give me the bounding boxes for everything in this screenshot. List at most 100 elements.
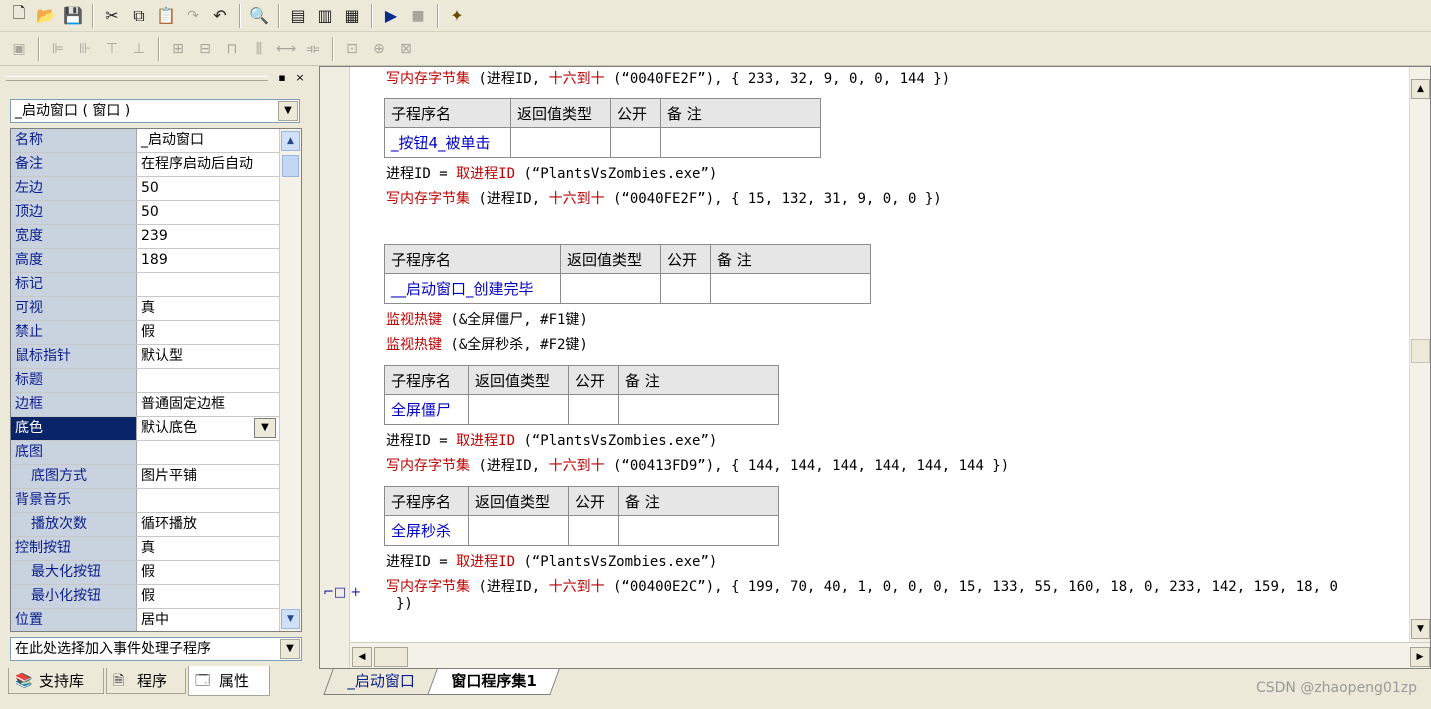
undo-icon[interactable]: ↶ <box>207 3 233 29</box>
property-value[interactable]: 默认底色 ▼ <box>137 417 278 440</box>
same-height-icon[interactable]: ⫼ <box>246 36 272 62</box>
open-folder-icon[interactable]: 📂 <box>33 3 59 29</box>
layout2-icon[interactable]: ▥ <box>312 3 338 29</box>
code-line[interactable]: 监视热键 (&全屏僵尸, #F1键) <box>386 309 588 329</box>
cell[interactable] <box>468 394 569 425</box>
property-value[interactable] <box>137 441 278 464</box>
property-scrollbar[interactable]: ▲ ▼ <box>279 129 301 631</box>
code-line[interactable]: }) <box>396 596 413 612</box>
property-value[interactable]: 循环播放 <box>137 513 278 536</box>
tab-program[interactable]: 🗎 程序 <box>106 668 186 694</box>
property-row[interactable]: 标题 <box>11 369 279 393</box>
property-value[interactable]: 真 <box>137 297 278 320</box>
chevron-down-icon[interactable]: ▼ <box>278 101 298 121</box>
size-icon[interactable]: ⊡ <box>339 36 365 62</box>
property-row[interactable]: 左边 50 <box>11 177 279 201</box>
copy-icon[interactable]: ⧉ <box>126 3 152 29</box>
property-row[interactable]: 最大化按钮假 <box>11 561 279 585</box>
property-row[interactable]: 边框 普通固定边框 <box>11 393 279 417</box>
tab-support-library[interactable]: 📚 支持库 <box>8 668 104 694</box>
new-file-icon[interactable]: 🗋 <box>6 3 32 29</box>
property-value[interactable]: 居中 <box>137 609 278 631</box>
cell[interactable] <box>618 394 779 425</box>
property-value[interactable]: 默认型 <box>137 345 278 368</box>
scroll-right-icon[interactable]: ▶ <box>1410 647 1430 667</box>
property-row[interactable]: 播放次数 循环播放 <box>11 513 279 537</box>
align-top-icon[interactable]: ⊤ <box>99 36 125 62</box>
property-value[interactable] <box>137 489 278 512</box>
cell[interactable] <box>568 394 619 425</box>
space-h-icon[interactable]: ⟷ <box>273 36 299 62</box>
find-icon[interactable]: 🔍 <box>246 3 272 29</box>
code-editor[interactable]: ⌐□ + 写内存字节集 (进程ID, 十六到十 (“0040FE2F”), { … <box>319 66 1431 669</box>
property-row[interactable]: 最小化按钮假 <box>11 585 279 609</box>
property-value[interactable] <box>137 369 278 392</box>
scroll-thumb[interactable] <box>282 155 299 177</box>
cell[interactable] <box>660 273 711 304</box>
cell[interactable] <box>618 515 779 546</box>
property-value[interactable]: 在程序启动后自动 <box>137 153 278 176</box>
redo-icon[interactable]: ↷ <box>180 3 206 29</box>
scroll-up-icon[interactable]: ▲ <box>1411 79 1430 99</box>
tab-startup-window[interactable]: _启动窗口 <box>323 669 439 695</box>
wizard-icon[interactable]: ✦ <box>444 3 470 29</box>
property-value[interactable]: _启动窗口 <box>137 129 278 152</box>
code-line[interactable]: 进程ID = 取进程ID (“PlantsVsZombies.exe”) <box>386 551 717 571</box>
property-row[interactable]: 底图 <box>11 441 279 465</box>
code-line[interactable]: 写内存字节集 (进程ID, 十六到十 (“00400E2C”), { 199, … <box>386 576 1338 596</box>
layout1-icon[interactable]: ▤ <box>285 3 311 29</box>
property-row[interactable]: 控制按钮真 <box>11 537 279 561</box>
object-select[interactable]: _启动窗口 ( 窗口 ) ▼ <box>10 99 300 123</box>
property-row[interactable]: 禁止假 <box>11 321 279 345</box>
cell[interactable] <box>568 515 619 546</box>
property-value[interactable]: 假 <box>137 585 278 608</box>
grid-icon[interactable]: ⊕ <box>366 36 392 62</box>
cell[interactable] <box>710 273 871 304</box>
scroll-left-icon[interactable]: ◀ <box>352 647 372 667</box>
scroll-down-icon[interactable]: ▼ <box>1411 619 1430 639</box>
run-icon[interactable]: ▶ <box>378 3 404 29</box>
chevron-down-icon[interactable]: ▼ <box>254 418 276 438</box>
space-v-icon[interactable]: ⟚ <box>300 36 326 62</box>
panel-close-button[interactable]: × <box>292 70 308 86</box>
code-line[interactable]: 写内存字节集 (进程ID, 十六到十 (“0040FE2F”), { 233, … <box>386 68 950 88</box>
align-left-icon[interactable]: ⊫ <box>45 36 71 62</box>
align-right-icon[interactable]: ⊪ <box>72 36 98 62</box>
tab-window-assembly[interactable]: 窗口程序集1 <box>427 669 561 695</box>
align-bottom-icon[interactable]: ⊥ <box>126 36 152 62</box>
tab-order-icon[interactable]: ⊠ <box>393 36 419 62</box>
property-row[interactable]: 可视真 <box>11 297 279 321</box>
property-row[interactable]: 高度 189 <box>11 249 279 273</box>
scroll-thumb[interactable] <box>374 647 408 667</box>
property-value[interactable]: 50 <box>137 201 278 224</box>
property-row[interactable]: 备注 在程序启动后自动 <box>11 153 279 177</box>
property-row[interactable]: 底图方式 图片平铺 <box>11 465 279 489</box>
paste-icon[interactable]: 📋 <box>153 3 179 29</box>
subroutine-name[interactable]: 全屏秒杀 <box>384 515 469 546</box>
code-line[interactable]: 进程ID = 取进程ID (“PlantsVsZombies.exe”) <box>386 430 717 450</box>
property-value[interactable] <box>137 273 278 296</box>
property-row[interactable]: 位置 居中 <box>11 609 279 631</box>
property-value[interactable]: 189 <box>137 249 278 272</box>
layout3-icon[interactable]: ▦ <box>339 3 365 29</box>
code-area[interactable]: 写内存字节集 (进程ID, 十六到十 (“0040FE2F”), { 233, … <box>350 67 1410 642</box>
subroutine-name[interactable]: _按钮4_被单击 <box>384 127 511 158</box>
property-row[interactable]: 标记 <box>11 273 279 297</box>
property-value[interactable]: 图片平铺 <box>137 465 278 488</box>
align-icon[interactable]: ▣ <box>6 36 32 62</box>
cut-icon[interactable]: ✂ <box>99 3 125 29</box>
code-line[interactable]: 写内存字节集 (进程ID, 十六到十 (“00413FD9”), { 144, … <box>386 455 1009 475</box>
scroll-up-icon[interactable]: ▲ <box>281 131 300 151</box>
property-row[interactable]: 鼠标指针 默认型 <box>11 345 279 369</box>
event-select[interactable]: 在此处选择加入事件处理子程序 ▼ <box>10 637 302 661</box>
subroutine-name[interactable]: __启动窗口_创建完毕 <box>384 273 561 304</box>
panel-grip[interactable] <box>6 76 268 81</box>
scroll-thumb[interactable] <box>1411 339 1430 363</box>
center-v-icon[interactable]: ⊟ <box>192 36 218 62</box>
code-line[interactable]: 监视热键 (&全屏秒杀, #F2键) <box>386 334 588 354</box>
property-value[interactable]: 真 <box>137 537 278 560</box>
cell[interactable] <box>510 127 611 158</box>
panel-pin-button[interactable]: ▪ <box>274 70 290 86</box>
vertical-scrollbar[interactable]: ▲ ▼ <box>1409 67 1430 642</box>
cell[interactable] <box>610 127 661 158</box>
